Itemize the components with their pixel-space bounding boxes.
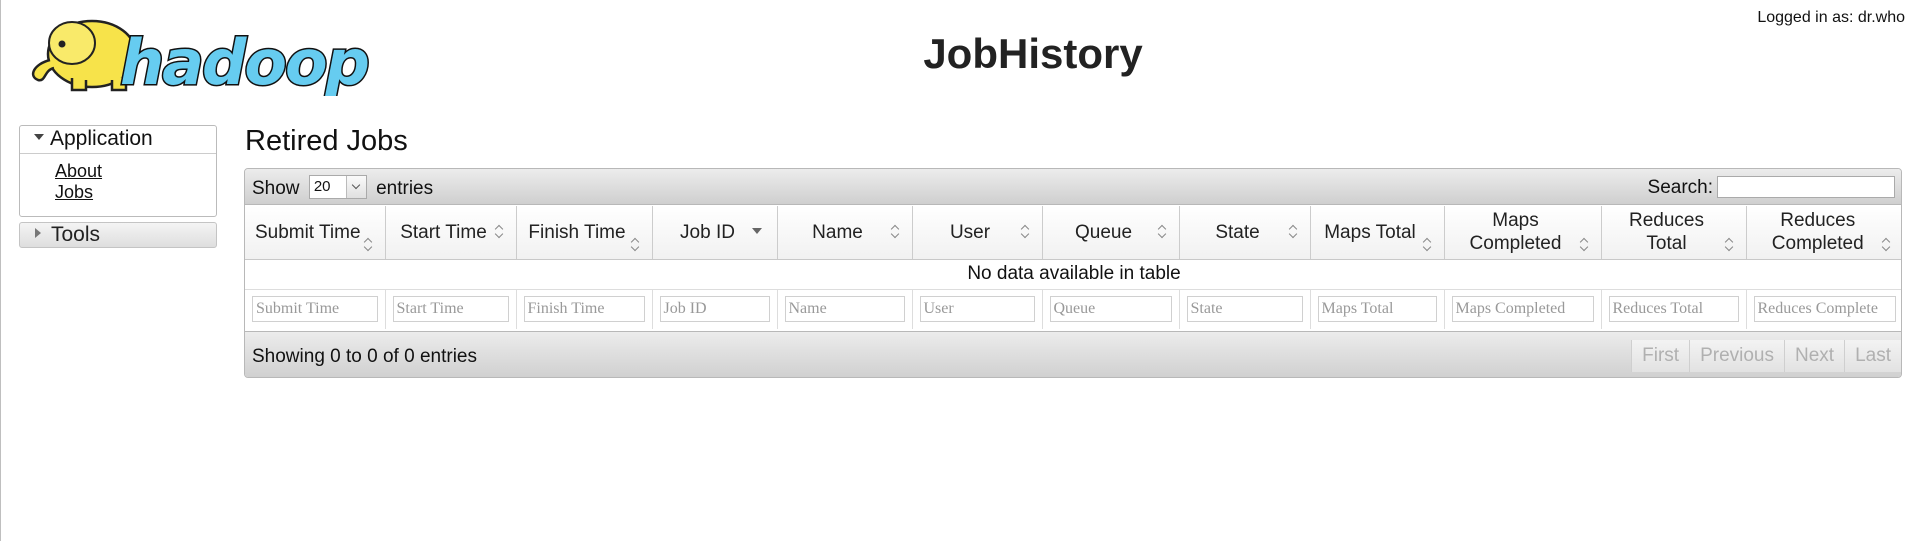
sidebar-application-section: Application About Jobs xyxy=(19,125,217,217)
sort-icon xyxy=(1022,225,1030,239)
length-prefix: Show xyxy=(252,178,300,200)
column-header-label: Finish Time xyxy=(528,221,626,243)
sidebar-application-label: Application xyxy=(50,127,153,150)
column-header-label: Name xyxy=(812,221,863,243)
column-header-label: Start Time xyxy=(400,221,487,243)
table-footer: Showing 0 to 0 of 0 entries First Previo… xyxy=(245,331,1901,377)
column-header-job-id[interactable]: Job ID xyxy=(652,206,778,260)
chevron-down-icon xyxy=(345,176,366,198)
sort-icon xyxy=(1883,238,1891,252)
length-suffix: entries xyxy=(376,178,434,200)
column-header-name[interactable]: Name xyxy=(777,206,913,260)
entries-per-page-select[interactable]: 20 xyxy=(308,175,367,199)
sidebar-application-header[interactable]: Application xyxy=(20,126,216,154)
column-header-queue[interactable]: Queue xyxy=(1042,206,1180,260)
pagination-first-button[interactable]: First xyxy=(1631,340,1690,372)
sort-icon xyxy=(1159,225,1167,239)
empty-row: No data available in table xyxy=(245,259,1901,289)
sort-icon xyxy=(892,225,900,239)
column-header-label: Maps Total xyxy=(1324,221,1416,243)
column-header-start-time[interactable]: Start Time xyxy=(385,206,517,260)
logged-in-user: Logged in as: dr.who xyxy=(1757,9,1905,26)
sort-icon xyxy=(1726,238,1734,252)
filter-input-maps-total[interactable]: Maps Total xyxy=(1317,296,1437,323)
empty-table-message: No data available in table xyxy=(967,263,1181,284)
sidebar-tools-section[interactable]: Tools xyxy=(19,222,217,248)
column-header-label: Reduces Total xyxy=(1629,210,1704,255)
filter-input-reduces-completed[interactable]: Reduces Complete xyxy=(1753,296,1896,323)
column-header-label: User xyxy=(949,221,991,243)
length-control: Show 20 entries xyxy=(252,175,434,201)
jobs-table: Submit Time Start Time Finish Time Job I… xyxy=(245,206,1901,329)
filter-input-maps-completed[interactable]: Maps Completed xyxy=(1451,296,1594,323)
column-header-submit-time[interactable]: Submit Time xyxy=(245,206,386,260)
section-title: Retired Jobs xyxy=(245,125,408,157)
sidebar-link-jobs[interactable]: Jobs xyxy=(20,182,216,203)
column-header-user[interactable]: User xyxy=(912,206,1043,260)
triangle-right-icon xyxy=(35,228,41,239)
sidebar-tools-label: Tools xyxy=(51,223,101,246)
column-header-label: Submit Time xyxy=(254,221,361,243)
pagination-next-button[interactable]: Next xyxy=(1784,340,1845,372)
table-header-row: Submit Time Start Time Finish Time Job I… xyxy=(245,206,1901,260)
sort-icon xyxy=(365,238,373,252)
sort-icon xyxy=(1424,238,1432,252)
table-info: Showing 0 to 0 of 0 entries xyxy=(252,346,477,367)
jobs-table-panel: Show 20 entries Search: Submit Time Star… xyxy=(244,168,1902,378)
filter-input-submit-time[interactable]: Submit Time xyxy=(252,296,378,323)
filter-input-user[interactable]: User xyxy=(919,296,1035,323)
pagination: First Previous Next Last xyxy=(1631,340,1901,372)
column-header-label: Job ID xyxy=(680,221,735,243)
column-header-finish-time[interactable]: Finish Time xyxy=(516,206,653,260)
page-title: JobHistory xyxy=(923,30,1143,77)
filter-input-finish-time[interactable]: Finish Time xyxy=(523,296,645,323)
column-header-reduces-completed[interactable]: Reduces Completed xyxy=(1746,206,1901,260)
filter-input-job-id[interactable]: Job ID xyxy=(659,296,770,323)
column-header-label: State xyxy=(1215,221,1260,243)
sort-icon xyxy=(632,238,640,252)
sort-desc-icon xyxy=(751,228,762,234)
filter-input-state[interactable]: State xyxy=(1186,296,1303,323)
pagination-last-button[interactable]: Last xyxy=(1844,340,1901,372)
column-header-label: Queue xyxy=(1074,221,1133,243)
column-header-state[interactable]: State xyxy=(1179,206,1311,260)
sort-icon xyxy=(1290,225,1298,239)
search-input[interactable] xyxy=(1717,176,1895,198)
column-header-label: Maps Completed xyxy=(1469,210,1562,255)
triangle-down-icon xyxy=(34,134,44,141)
pagination-previous-button[interactable]: Previous xyxy=(1689,340,1784,372)
column-header-reduces-total[interactable]: Reduces Total xyxy=(1601,206,1747,260)
sort-icon xyxy=(1581,238,1589,252)
filter-input-queue[interactable]: Queue xyxy=(1049,296,1172,323)
table-toolbar: Show 20 entries Search: xyxy=(245,169,1901,205)
column-header-maps-total[interactable]: Maps Total xyxy=(1310,206,1445,260)
window-border xyxy=(0,0,1,541)
search-label: Search: xyxy=(1647,177,1713,198)
sidebar-tools-header[interactable]: Tools xyxy=(20,223,216,247)
entries-per-page-value: 20 xyxy=(313,178,331,195)
column-header-label: Reduces Completed xyxy=(1771,210,1864,255)
filter-input-start-time[interactable]: Start Time xyxy=(392,296,509,323)
filter-input-name[interactable]: Name xyxy=(784,296,905,323)
column-header-maps-completed[interactable]: Maps Completed xyxy=(1444,206,1602,260)
column-filter-row: Submit Time Start Time Finish Time Job I… xyxy=(245,288,1901,329)
filter-input-reduces-total[interactable]: Reduces Total xyxy=(1608,296,1739,323)
sort-icon xyxy=(496,225,504,239)
sidebar-link-about[interactable]: About xyxy=(20,161,216,182)
